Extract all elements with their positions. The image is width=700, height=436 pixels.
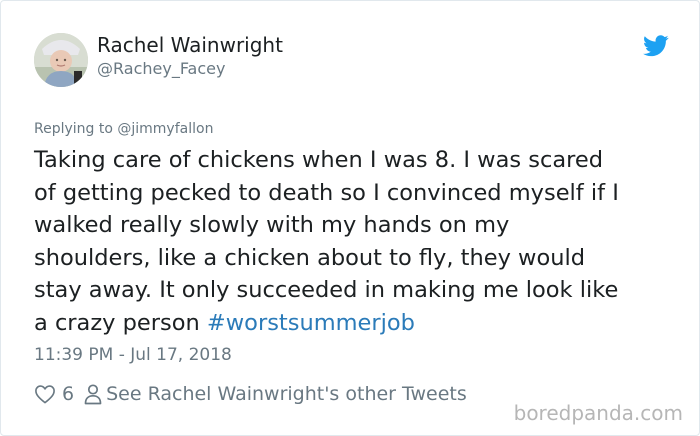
avatar-photo	[34, 33, 88, 87]
tweet-timestamp[interactable]: 11:39 PM - Jul 17, 2018	[34, 345, 232, 365]
watermark: boredpanda.com	[513, 401, 683, 425]
tweet-line-last: a crazy person #worstsummerjob	[34, 307, 684, 340]
heart-icon[interactable]	[34, 384, 56, 404]
tweet-line: of getting pecked to death so I convince…	[34, 179, 619, 206]
tweet-line: Taking care of chickens when I was 8. I …	[34, 147, 603, 173]
tweet-line: walked really slowly with my hands on my	[34, 212, 510, 239]
display-name[interactable]: Rachel Wainwright	[97, 33, 283, 57]
tweet-line: a crazy person	[34, 309, 200, 336]
tweet-text: Taking care of chickens when I was 8. I …	[34, 144, 684, 340]
avatar[interactable]	[34, 33, 88, 87]
twitter-bird-icon[interactable]	[643, 35, 669, 57]
other-tweets-link[interactable]: See Rachel Wainwright's other Tweets	[106, 383, 467, 405]
user-handle[interactable]: @Rachey_Facey	[97, 59, 225, 78]
tweet-actions: 6 See Rachel Wainwright's other Tweets	[34, 379, 467, 409]
person-icon[interactable]	[84, 383, 102, 405]
replying-to[interactable]: Replying to @jimmyfallon	[34, 121, 213, 137]
tweet-line: shoulders, like a chicken about to fly, …	[34, 244, 586, 271]
tweet-card: Rachel Wainwright @Rachey_Facey Replying…	[0, 0, 700, 436]
hashtag-link[interactable]: #worstsummerjob	[207, 310, 415, 336]
like-count[interactable]: 6	[62, 383, 74, 405]
tweet-line: stay away. It only succeeded in making m…	[34, 277, 619, 304]
